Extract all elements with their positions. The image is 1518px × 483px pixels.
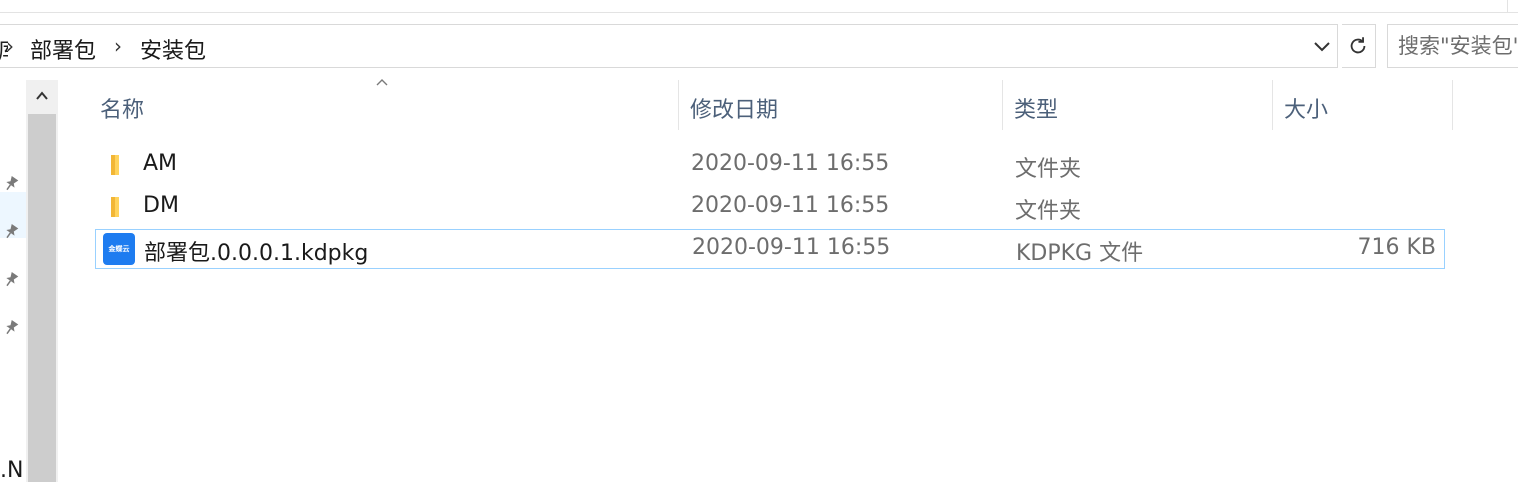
breadcrumb-separator-icon[interactable]: › (6, 34, 14, 58)
column-divider[interactable] (1002, 80, 1003, 130)
navigation-pane (0, 80, 26, 482)
file-type: KDPKG 文件 (1016, 241, 1144, 266)
column-header-type[interactable]: 类型 (1014, 80, 1272, 130)
pin-icon[interactable] (2, 223, 20, 241)
scroll-thumb[interactable] (28, 114, 56, 482)
breadcrumb-separator-icon[interactable]: › (114, 34, 122, 58)
file-type: 文件夹 (1015, 157, 1082, 182)
folder-icon (111, 197, 119, 217)
chevron-down-icon[interactable] (1310, 34, 1334, 58)
column-header-size[interactable]: 大小 (1284, 80, 1452, 130)
nav-scrollbar[interactable] (26, 80, 58, 482)
file-row-selected[interactable]: 金蝶云 部署包.0.0.0.1.kdpkg 2020-09-11 16:55 K… (95, 229, 1445, 269)
app-icon-text: 金蝶云 (108, 245, 130, 253)
ribbon-edge-divider (1507, 0, 1518, 12)
file-date: 2020-09-11 16:55 (691, 151, 890, 176)
ribbon-edge (0, 0, 1518, 13)
breadcrumb-item-deploy[interactable]: 部署包 (30, 33, 96, 65)
file-name: 部署包.0.0.0.1.kdpkg (144, 241, 369, 266)
file-size: 716 KB (1357, 235, 1436, 260)
kingdee-app-icon: 金蝶云 (103, 233, 135, 265)
search-input[interactable] (1398, 33, 1518, 59)
file-date: 2020-09-11 16:55 (692, 235, 891, 260)
column-header-size-label: 大小 (1284, 98, 1329, 123)
refresh-button[interactable] (1342, 24, 1376, 68)
column-header-date-label: 修改日期 (690, 98, 779, 123)
file-name: DM (143, 193, 179, 218)
breadcrumb-item-install[interactable]: 安装包 (140, 33, 206, 65)
nav-item-cut-label[interactable]: .N (0, 458, 23, 483)
column-divider[interactable] (678, 80, 679, 130)
pin-icon[interactable] (2, 271, 20, 289)
column-header-name-label: 名称 (100, 98, 145, 123)
file-name: AM (143, 151, 178, 176)
scroll-up-button[interactable] (26, 80, 58, 114)
folder-icon (111, 155, 119, 175)
column-divider[interactable] (1272, 80, 1273, 130)
column-header-name[interactable]: 名称 (100, 80, 678, 130)
chevron-up-icon (36, 91, 48, 100)
column-header-type-label: 类型 (1014, 98, 1059, 123)
column-divider[interactable] (1452, 80, 1453, 130)
address-bar[interactable]: 库 › 部署包 › 安装包 (0, 24, 1338, 68)
file-type: 文件夹 (1015, 199, 1082, 224)
search-box[interactable] (1387, 24, 1518, 68)
pin-icon[interactable] (2, 175, 20, 193)
pin-icon[interactable] (2, 319, 20, 337)
file-date: 2020-09-11 16:55 (691, 193, 890, 218)
file-row[interactable]: DM 2020-09-11 16:55 文件夹 (95, 187, 1445, 227)
column-header-date[interactable]: 修改日期 (690, 80, 1002, 130)
file-row[interactable]: AM 2020-09-11 16:55 文件夹 (95, 145, 1445, 185)
refresh-icon (1350, 37, 1366, 54)
